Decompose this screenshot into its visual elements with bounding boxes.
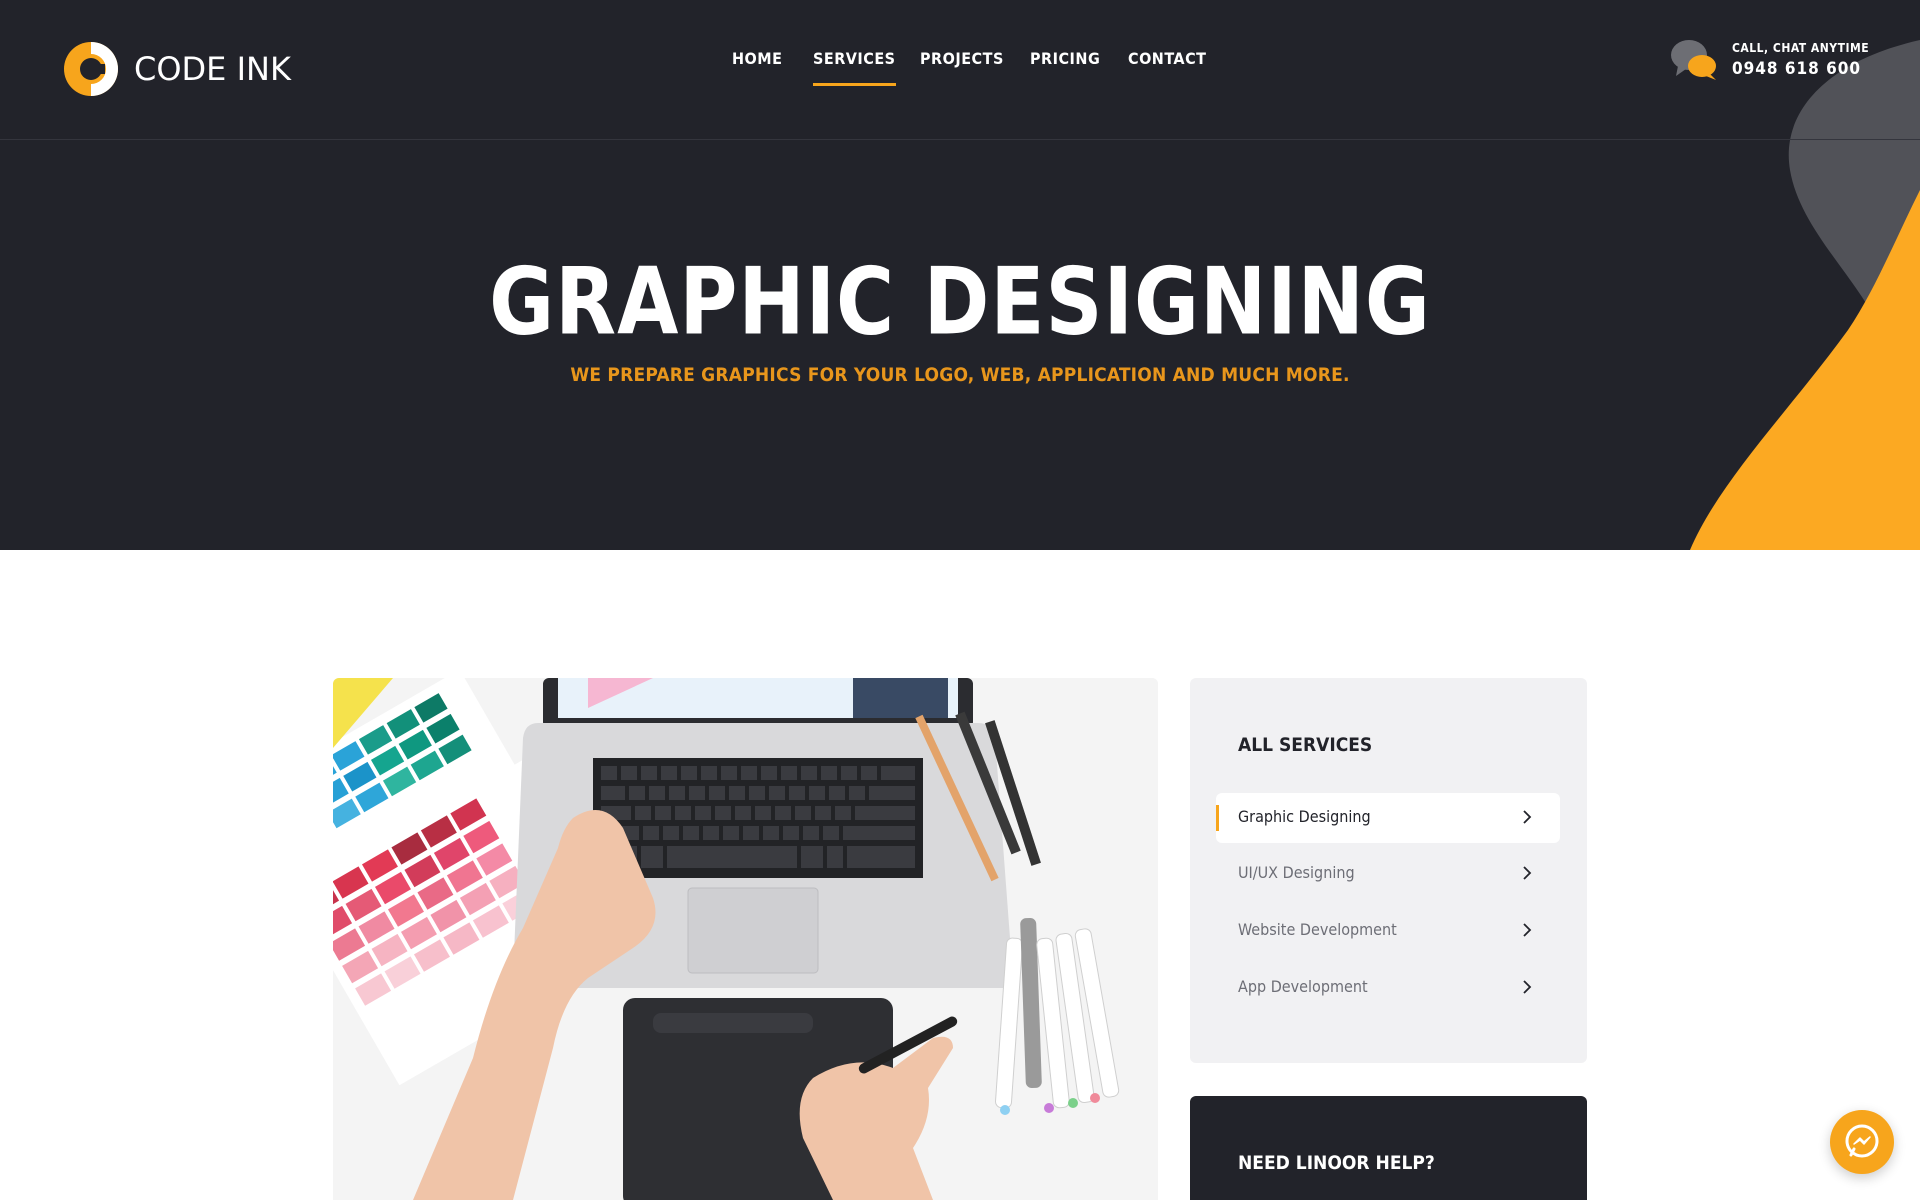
chat-bubbles-icon <box>1671 40 1716 80</box>
active-nav-underline <box>813 83 896 86</box>
chevron-right-icon <box>1523 810 1532 824</box>
contact-label: CALL, CHAT ANYTIME <box>1732 41 1870 55</box>
service-item-app-development[interactable]: App Development <box>1216 963 1560 1013</box>
logo-mark-icon <box>64 42 118 96</box>
services-title: ALL SERVICES <box>1238 734 1373 756</box>
nav-item-pricing[interactable]: PRICING <box>1030 44 1100 84</box>
chevron-right-icon <box>1523 980 1532 994</box>
logo-text: CODE INK <box>134 50 291 88</box>
nav-item-contact[interactable]: CONTACT <box>1128 44 1206 84</box>
need-help-card: NEED LINOOR HELP? <box>1190 1096 1587 1200</box>
service-item-ui-ux-designing[interactable]: UI/UX Designing <box>1216 849 1560 899</box>
messenger-icon <box>1845 1124 1879 1158</box>
nav-item-services[interactable]: SERVICES <box>813 44 896 86</box>
messenger-chat-button[interactable] <box>1830 1110 1894 1174</box>
logo[interactable]: CODE INK <box>62 40 291 98</box>
service-label: Website Development <box>1238 920 1397 939</box>
active-indicator <box>1216 805 1219 831</box>
service-item-graphic-designing[interactable]: Graphic Designing <box>1216 793 1560 843</box>
contact-block[interactable]: CALL, CHAT ANYTIME 0948 618 600 <box>1670 38 1869 82</box>
service-hero-image <box>333 678 1158 1200</box>
service-label: UI/UX Designing <box>1238 863 1355 882</box>
chevron-right-icon <box>1523 866 1532 880</box>
page-subtitle: WE PREPARE GRAPHICS FOR YOUR LOGO, WEB, … <box>570 364 1350 386</box>
nav-item-home[interactable]: HOME <box>732 44 782 84</box>
help-title: NEED LINOOR HELP? <box>1238 1152 1435 1174</box>
designer-desk-illustration <box>333 678 1158 1200</box>
service-label: App Development <box>1238 977 1368 996</box>
chevron-right-icon <box>1523 923 1532 937</box>
contact-phone[interactable]: 0948 618 600 <box>1732 59 1869 79</box>
service-label: Graphic Designing <box>1238 807 1371 826</box>
all-services-card: ALL SERVICES Graphic Designing UI/UX Des… <box>1190 678 1587 1063</box>
top-navigation-bar: CODE INK HOME SERVICES PROJECTS PRICING … <box>0 0 1920 140</box>
service-item-website-development[interactable]: Website Development <box>1216 906 1560 956</box>
hero-section: CODE INK HOME SERVICES PROJECTS PRICING … <box>0 0 1920 550</box>
page-title: GRAPHIC DESIGNING <box>489 247 1431 356</box>
nav-item-projects[interactable]: PROJECTS <box>920 44 1004 84</box>
